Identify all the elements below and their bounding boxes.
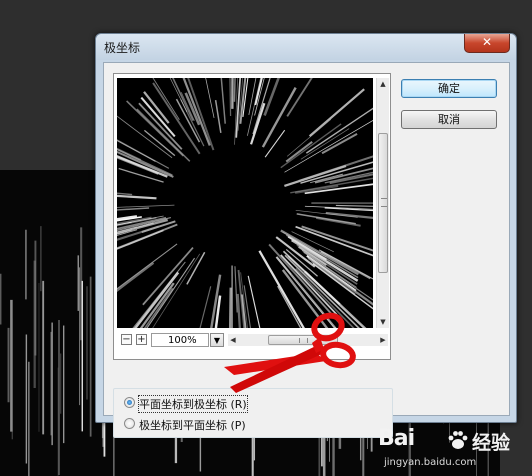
burst-ray xyxy=(233,78,236,102)
scroll-down-arrow-icon[interactable]: ▼ xyxy=(377,316,389,328)
zoom-out-button[interactable]: − xyxy=(121,334,132,345)
burst-ray xyxy=(214,99,222,134)
close-button[interactable]: ✕ xyxy=(464,34,510,53)
burst-ray xyxy=(321,132,358,155)
plus-icon: + xyxy=(137,334,146,345)
burst-ray xyxy=(229,78,232,117)
close-icon: ✕ xyxy=(481,35,493,49)
burst-ray xyxy=(138,102,183,150)
watermark-logo-suffix: 经验 xyxy=(472,432,511,454)
burst-ray xyxy=(117,192,133,196)
burst-ray xyxy=(308,88,365,138)
option-label: 平面坐标到极坐标 (R) xyxy=(138,395,248,413)
paw-icon xyxy=(448,431,468,449)
dialog-titlebar[interactable]: 极坐标 ✕ xyxy=(96,34,516,60)
baidu-jingyan-watermark: Bai 经验 jingyan.baidu.com xyxy=(378,426,528,474)
ok-button[interactable]: 确定 xyxy=(401,79,497,98)
burst-ray xyxy=(295,209,358,218)
grip-icon xyxy=(381,198,387,207)
vertical-scroll-thumb[interactable] xyxy=(378,133,388,273)
burst-ray xyxy=(264,129,286,158)
burst-ray xyxy=(286,78,313,117)
burst-ray xyxy=(199,286,212,328)
preview-vertical-scrollbar[interactable]: ▲ ▼ xyxy=(376,78,389,328)
option-rect-to-polar[interactable]: 平面坐标到极坐标 (R) xyxy=(124,395,384,413)
burst-ray xyxy=(205,78,215,118)
burst-ray xyxy=(117,229,164,250)
preview-image[interactable] xyxy=(117,78,373,328)
cancel-button[interactable]: 取消 xyxy=(401,110,497,129)
burst-ray xyxy=(315,216,361,227)
watermark-url: jingyan.baidu.com xyxy=(384,457,477,468)
burst-ray xyxy=(126,100,184,157)
watermark-logo: Bai xyxy=(378,426,415,451)
option-polar-to-rect[interactable]: 极坐标到平面坐标 (P) xyxy=(124,416,384,432)
burst-ray xyxy=(117,204,175,208)
zoom-in-button[interactable]: + xyxy=(136,334,147,345)
scissors-icon xyxy=(224,312,356,393)
burst-ray xyxy=(186,251,206,285)
burst-ray xyxy=(117,207,150,211)
conversion-options-group: 平面坐标到极坐标 (R) 极坐标到平面坐标 (P) xyxy=(113,388,393,438)
zoom-level-field[interactable]: 100% xyxy=(151,333,209,347)
burst-ray xyxy=(335,204,373,207)
scroll-up-arrow-icon[interactable]: ▲ xyxy=(377,78,389,90)
burst-ray xyxy=(263,78,280,116)
radio-rect-to-polar[interactable] xyxy=(124,397,135,408)
burst-ray xyxy=(284,120,373,173)
burst-ray xyxy=(117,194,157,200)
scroll-right-arrow-icon[interactable]: ▶ xyxy=(378,334,388,346)
option-label: 极坐标到平面坐标 (P) xyxy=(139,419,246,432)
dialog-title: 极坐标 xyxy=(104,41,141,55)
burst-ray xyxy=(280,123,342,169)
radio-polar-to-rect[interactable] xyxy=(124,418,135,429)
minus-icon: − xyxy=(122,334,131,345)
